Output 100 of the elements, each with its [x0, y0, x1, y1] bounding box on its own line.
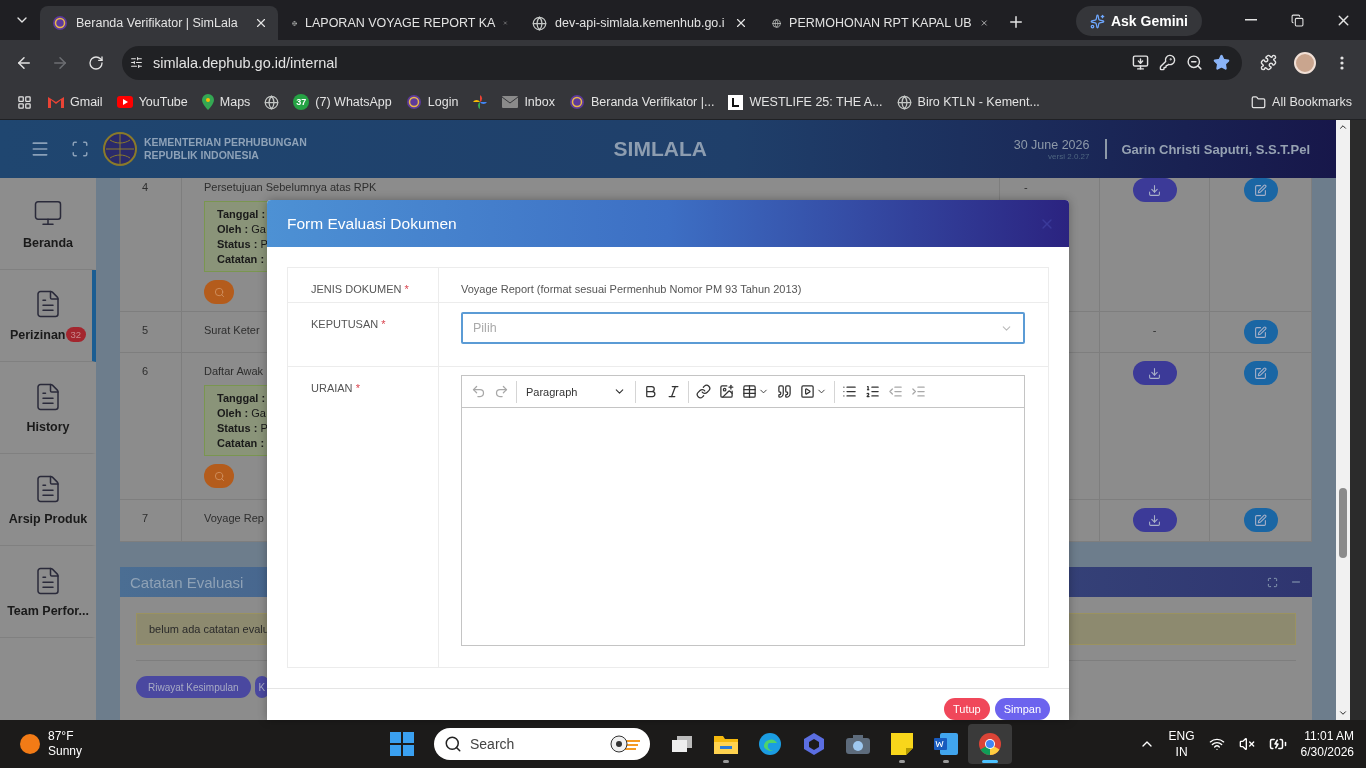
undo-icon	[471, 384, 486, 399]
wifi-icon[interactable]	[1208, 736, 1225, 752]
table-cell: 4	[142, 181, 149, 193]
globe-logo-icon	[405, 94, 422, 110]
redo-icon	[494, 384, 509, 399]
table-cell: 5	[142, 324, 149, 336]
media-icon	[800, 384, 815, 399]
search-icon	[213, 286, 225, 298]
notes-button[interactable]: Riwayat Kesimpulan	[136, 676, 251, 698]
chrome-icon	[978, 732, 1002, 756]
detail-line: Status : P	[217, 422, 268, 434]
detail-line: Oleh : Ga	[217, 223, 266, 235]
detail-line: Status : P	[217, 238, 268, 250]
ball-icon	[610, 735, 640, 753]
address-bar[interactable]: simlala.dephub.go.id/internal	[122, 45, 1242, 80]
globe-icon	[264, 94, 280, 110]
globe-icon	[896, 94, 912, 110]
temperature: 87°F	[48, 729, 75, 744]
app-title: SIMLALA	[612, 137, 708, 161]
edit-button[interactable]	[1243, 508, 1278, 532]
image-upload-icon	[719, 384, 734, 399]
tab-title: Beranda Verifikator | SimLala	[76, 16, 239, 30]
close-button[interactable]: Tutup	[943, 698, 990, 720]
scroll-up-icon[interactable]	[1338, 122, 1348, 132]
bookmark[interactable]: Beranda Verifikator |...	[562, 88, 721, 116]
envelope-icon	[502, 96, 519, 108]
site-info-icon[interactable]	[130, 56, 143, 69]
field-value: Voyage Report (format sesuai Permenhub Nomor PM 93 Tahun 2013)	[461, 283, 802, 295]
gemini-button[interactable]: Ask Gemini	[1075, 6, 1202, 36]
start-button[interactable]	[390, 732, 414, 756]
bookmark[interactable]: Maps	[195, 88, 257, 116]
puzzle-icon	[1259, 54, 1277, 71]
key-icon[interactable]	[1159, 54, 1176, 71]
sidebar-label: History	[26, 419, 70, 434]
language-indicator[interactable]: ENG IN	[1168, 728, 1195, 760]
globe-logo-icon	[568, 94, 585, 110]
outdent-icon	[888, 384, 903, 399]
sun-icon	[20, 734, 40, 754]
browser-tab[interactable]: PERMOHONAN RPT KAPAL UB	[760, 6, 998, 40]
menu-icon	[1340, 55, 1344, 70]
bookmark[interactable]: Login	[399, 88, 465, 116]
edge-icon	[758, 732, 782, 756]
table-cell: Daftar Awak	[204, 365, 264, 377]
bookmark[interactable]: 37 (7) WhatsApp	[287, 88, 398, 116]
bookmark[interactable]: Biro KTLN - Kement...	[890, 88, 1046, 116]
clock[interactable]: 11:01 AM 6/30/2026	[1300, 728, 1354, 760]
sidebar-label: Perizinan	[9, 327, 66, 342]
task-view-icon	[671, 734, 693, 754]
dialog-title: Form Evaluasi Dokumen	[287, 214, 458, 233]
bookmark[interactable]: YouTube	[110, 88, 194, 116]
bookmark[interactable]: WESTLIFE 25: THE A...	[722, 88, 889, 116]
profile-avatar[interactable]	[1294, 51, 1316, 74]
minimize-icon	[1245, 19, 1257, 21]
zoom-icon[interactable]	[1186, 54, 1203, 71]
download-button[interactable]	[1132, 178, 1177, 202]
close-icon[interactable]	[254, 16, 268, 30]
quote-icon	[777, 384, 792, 399]
edit-button[interactable]	[1243, 178, 1278, 202]
table-cell: Voyage Rep	[204, 512, 264, 524]
mute-icon[interactable]	[1238, 736, 1255, 752]
taskbar-search[interactable]: Search	[434, 728, 650, 760]
restore-icon	[1290, 13, 1304, 27]
browser-tab[interactable]: Beranda Verifikator | SimLala	[40, 6, 278, 40]
edit-button[interactable]	[1243, 320, 1278, 344]
download-button[interactable]	[1132, 508, 1177, 532]
browser-tab[interactable]: LAPORAN VOYAGE REPORT KA	[280, 6, 518, 40]
bookmark[interactable]: Inbox	[496, 88, 561, 116]
bookmark-star-icon[interactable]	[1213, 54, 1230, 71]
install-icon[interactable]	[1132, 54, 1149, 71]
close-icon[interactable]	[734, 16, 748, 30]
expand-icon[interactable]	[1267, 576, 1278, 588]
scrollbar-thumb[interactable]	[1339, 488, 1347, 558]
camera-icon	[846, 734, 870, 754]
field-label: KEPUTUSAN *	[311, 318, 386, 330]
date-text: 30 June 2026	[1013, 137, 1090, 152]
text-editor[interactable]: Paragraph	[461, 375, 1025, 646]
scroll-down-icon[interactable]	[1338, 708, 1348, 718]
sidebar-label: Team Perfor...	[7, 603, 89, 618]
org-name: KEMENTERIAN PERHUBUNGAN	[144, 136, 307, 149]
table-icon	[742, 384, 757, 399]
table-cell: Persetujuan Sebelumnya atas RPK	[204, 181, 377, 193]
mail-icon	[48, 96, 64, 108]
download-icon	[1148, 183, 1161, 197]
download-icon	[1148, 513, 1161, 527]
browser-tab[interactable]: dev-api-simlala.kemenhub.go.i	[520, 6, 758, 40]
folder-icon	[714, 734, 738, 754]
count-badge: 32	[65, 327, 87, 342]
search-icon	[444, 735, 462, 753]
bookmark[interactable]: Gmail	[42, 88, 109, 116]
italic-icon	[666, 384, 681, 399]
paragraph-dropdown[interactable]: Paragraph	[520, 378, 632, 405]
taskbar-app[interactable]	[968, 724, 1012, 764]
play-icon	[116, 96, 133, 108]
globe-logo-icon	[52, 15, 68, 31]
save-button[interactable]: Simpan	[994, 698, 1050, 720]
field-label: URAIAN *	[311, 382, 360, 394]
edit-icon	[1254, 183, 1267, 197]
all-bookmarks[interactable]: All Bookmarks	[1245, 88, 1358, 116]
download-button[interactable]	[1132, 361, 1177, 385]
edit-button[interactable]	[1243, 361, 1278, 385]
